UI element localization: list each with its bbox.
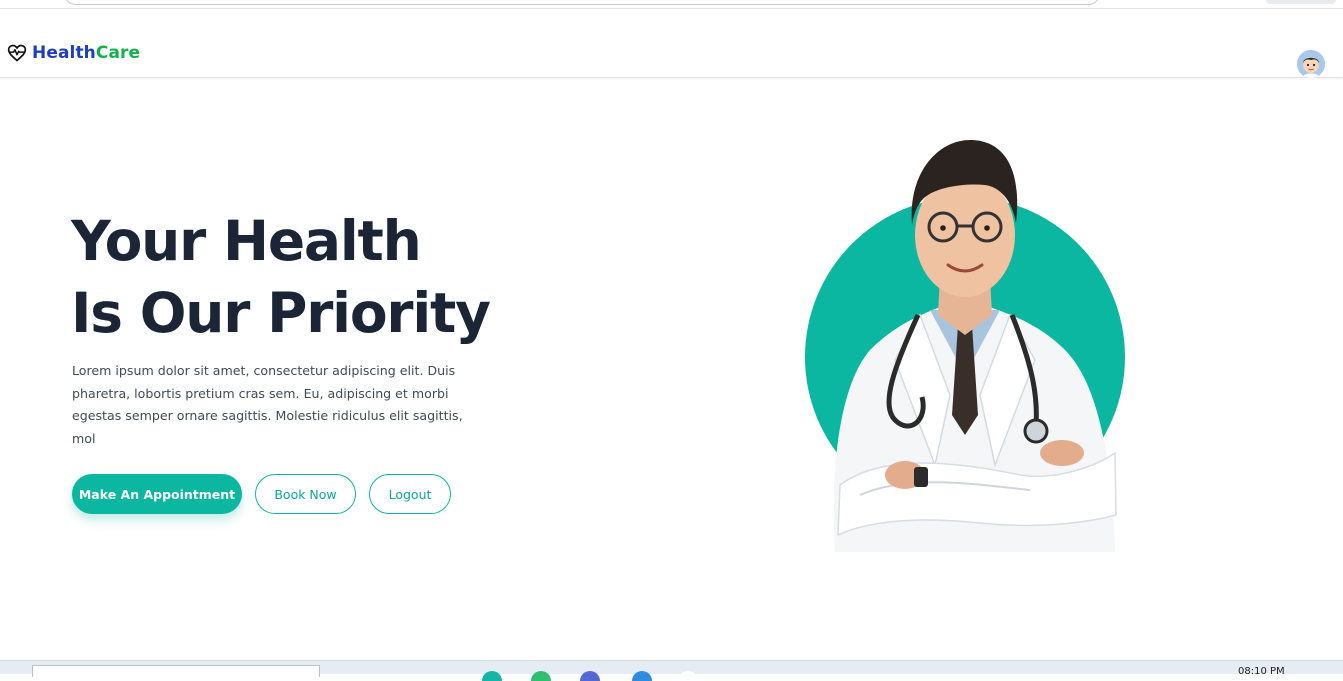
brand-name-care: Care (95, 43, 141, 63)
taskbar-clock: 08:10 PM (1238, 666, 1285, 677)
brand-name-health: Health (32, 43, 96, 63)
taskbar-app-icon[interactable] (482, 671, 502, 681)
brand-name: HealthCare (32, 43, 140, 63)
browser-chrome (0, 0, 1343, 9)
os-taskbar: 08:10 PM (0, 660, 1343, 681)
make-appointment-button[interactable]: Make An Appointment (72, 474, 242, 514)
user-avatar-icon[interactable] (1297, 50, 1325, 78)
hero-title-line-1: Your Health (71, 209, 422, 273)
book-now-button[interactable]: Book Now (255, 474, 356, 514)
browser-address-bar[interactable] (64, 0, 1100, 5)
taskbar-search-box[interactable] (32, 665, 320, 677)
navbar: HealthCare (0, 10, 1343, 78)
hero-title-line-2: Is Our Priority (71, 281, 491, 345)
logout-button[interactable]: Logout (369, 474, 451, 514)
hero-description: Lorem ipsum dolor sit amet, consectetur … (72, 363, 463, 446)
taskbar-app-icon[interactable] (580, 671, 600, 681)
brand-logo[interactable]: HealthCare (7, 43, 140, 63)
heartbeat-icon (7, 44, 27, 62)
doctor-illustration (800, 135, 1130, 555)
taskbar-app-icon[interactable] (678, 671, 698, 681)
hero-title: Your Health Is Our Priority (71, 205, 491, 349)
taskbar-app-icon[interactable] (531, 671, 551, 681)
browser-toolbar-button[interactable] (1266, 0, 1336, 4)
taskbar-app-icon[interactable] (632, 671, 652, 681)
